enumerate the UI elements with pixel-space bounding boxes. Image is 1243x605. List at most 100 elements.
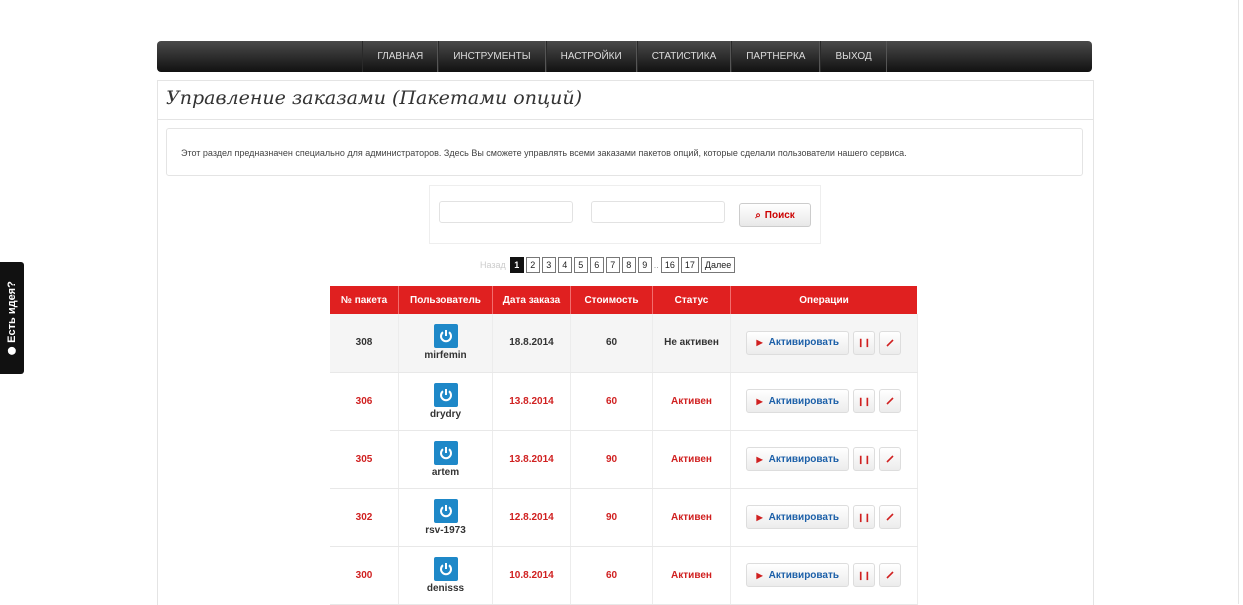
activate-button[interactable]: ▶ Активировать [746,447,850,471]
pause-icon: ❙❙ [857,454,871,464]
table-row: 300 denisss 10.8.2014 60 Активен ▶ Активи… [330,546,918,605]
page-link-4[interactable]: 4 [557,257,572,273]
page-link-6[interactable]: 6 [589,257,604,273]
edit-button[interactable] [879,447,902,471]
cell-date: 12.8.2014 [492,488,571,547]
pause-button[interactable]: ❙❙ [853,505,876,529]
title-divider [158,119,1093,120]
page-link-1[interactable]: 1 [509,257,524,273]
cell-cost: 90 [570,430,653,489]
page-link-8[interactable]: 8 [621,257,636,273]
pagination: Назад 1 2 3 4 5 6 7 8 9 .. 16 17 Далее [480,257,736,273]
search-input-1[interactable] [439,201,573,223]
scrollbar-edge [1238,0,1239,604]
nav-item-settings[interactable]: НАСТРОЙКИ [545,41,637,72]
top-navigation: ГЛАВНАЯ ИНСТРУМЕНТЫ НАСТРОЙКИ СТАТИСТИКА… [157,41,1092,72]
nav-item-tools[interactable]: ИНСТРУМЕНТЫ [438,41,546,72]
page-link-5[interactable]: 5 [573,257,588,273]
edit-icon [886,339,894,347]
activate-button-label: Активировать [768,395,840,407]
pause-button[interactable]: ❙❙ [853,389,876,413]
pagination-next[interactable]: Далее [700,257,736,273]
pagination-ellipsis: .. [653,260,659,270]
edit-button[interactable] [879,389,902,413]
cell-username[interactable]: rsv-1973 [399,525,492,536]
cell-operations: ▶ Активировать ❙❙ [730,430,918,489]
cell-user: artem [398,430,493,489]
nav-item-logout[interactable]: ВЫХОД [820,41,887,72]
lightbulb-icon [8,346,17,355]
activate-button[interactable]: ▶ Активировать [746,389,850,413]
activate-button[interactable]: ▶ Активировать [746,505,850,529]
cell-package-id: 302 [330,488,399,547]
search-input-2[interactable] [591,201,725,223]
search-button[interactable]: ⌕ Поиск [739,203,811,227]
pause-button[interactable]: ❙❙ [853,563,876,587]
play-icon: ▶ [756,570,763,580]
pause-button[interactable]: ❙❙ [853,330,876,355]
edit-button[interactable] [879,330,902,355]
col-header-date: Дата заказа [492,286,571,314]
idea-feedback-tab[interactable]: Есть идея? [0,262,24,374]
cell-user: drydry [398,372,493,431]
table-row: 308 mirfemin 18.8.2014 60 Не активен ▶ Ак… [330,314,918,373]
cell-package-id: 306 [330,372,399,431]
activate-button[interactable]: ▶ Активировать [746,330,850,355]
cell-username[interactable]: drydry [399,409,492,420]
page-link-9[interactable]: 9 [637,257,652,273]
page-link-2[interactable]: 2 [525,257,540,273]
cell-cost: 60 [570,314,653,373]
cell-cost: 60 [570,372,653,431]
cell-status: Активен [652,546,731,605]
cell-operations: ▶ Активировать ❙❙ [730,372,918,431]
pause-icon: ❙❙ [857,396,871,406]
description-text: Этот раздел предназначен специально для … [181,148,907,158]
power-icon[interactable] [433,498,458,523]
pause-button[interactable]: ❙❙ [853,447,876,471]
page-link-7[interactable]: 7 [605,257,620,273]
edit-button[interactable] [879,563,902,587]
edit-icon [886,455,894,463]
cell-date: 13.8.2014 [492,372,571,431]
cell-username[interactable]: mirfemin [399,350,492,361]
page-link-16[interactable]: 16 [660,257,679,273]
play-icon: ▶ [756,512,763,522]
nav-item-partner[interactable]: ПАРТНЕРКА [731,41,821,72]
content-panel: Управление заказами (Пакетами опций) Это… [157,80,1094,605]
edit-button[interactable] [879,505,902,529]
cell-cost: 60 [570,546,653,605]
cell-operations: ▶ Активировать ❙❙ [730,488,918,547]
cell-package-id: 308 [330,314,399,373]
cell-username[interactable]: artem [399,467,492,478]
play-icon: ▶ [756,454,763,464]
cell-date: 10.8.2014 [492,546,571,605]
cell-user: mirfemin [398,314,493,373]
cell-operations: ▶ Активировать ❙❙ [730,546,918,605]
pause-icon: ❙❙ [857,512,871,522]
edit-icon [886,397,894,405]
edit-icon [886,513,894,521]
col-header-package: № пакета [330,286,399,314]
search-icon: ⌕ [755,209,761,221]
cell-username[interactable]: denisss [399,583,492,594]
power-icon[interactable] [433,556,458,581]
pause-icon: ❙❙ [857,338,871,348]
table-row: 305 artem 13.8.2014 90 Активен ▶ Активиро… [330,430,918,489]
table-row: 306 drydry 13.8.2014 60 Активен ▶ Активир… [330,372,918,431]
cell-status: Активен [652,430,731,489]
power-icon[interactable] [433,382,458,407]
activate-button[interactable]: ▶ Активировать [746,563,850,587]
page-link-17[interactable]: 17 [680,257,699,273]
col-header-cost: Стоимость [570,286,653,314]
search-button-label: Поиск [764,209,795,221]
power-icon[interactable] [433,324,458,349]
search-panel: ⌕ Поиск [429,185,821,244]
nav-item-statistics[interactable]: СТАТИСТИКА [636,41,732,72]
pagination-prev: Назад [480,260,506,270]
power-icon[interactable] [433,440,458,465]
play-icon: ▶ [756,396,763,406]
nav-item-home[interactable]: ГЛАВНАЯ [362,41,439,72]
cell-status: Активен [652,372,731,431]
table-row: 302 rsv-1973 12.8.2014 90 Активен ▶ Актив… [330,488,918,547]
page-link-3[interactable]: 3 [541,257,556,273]
